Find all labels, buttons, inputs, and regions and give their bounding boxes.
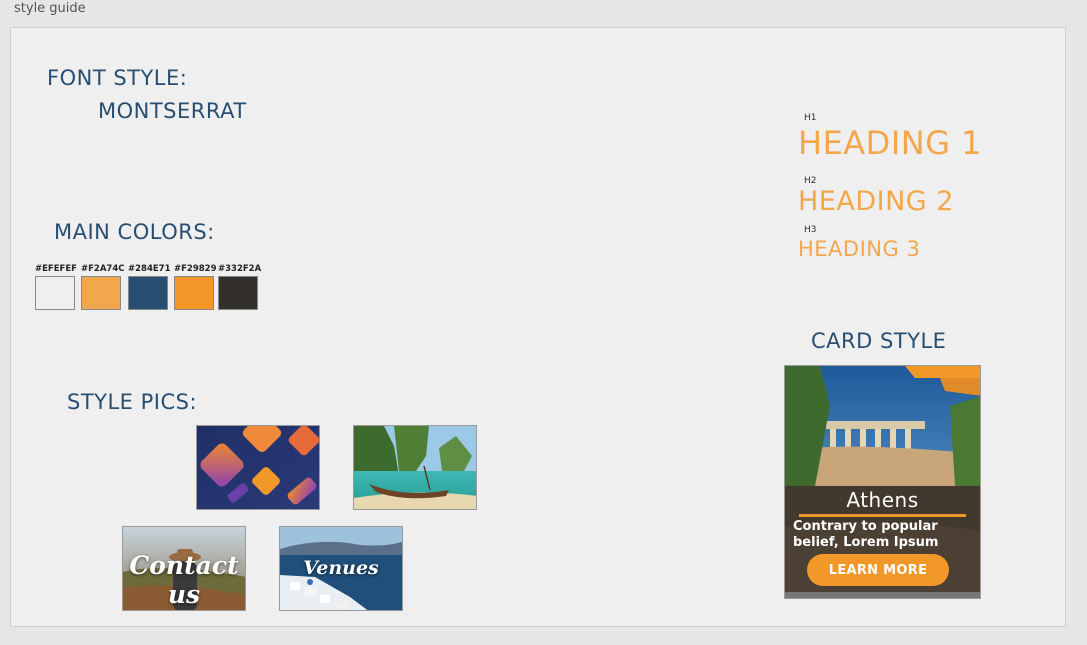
frame-label: style guide [14, 1, 86, 16]
font-name: MONTSERRAT [98, 99, 247, 123]
heading-1-sample: HEADING 1 [798, 124, 983, 162]
swatch-4-color [174, 276, 214, 310]
swatch-1-hex: #EFEFEF [35, 264, 77, 274]
main-colors-title: MAIN COLORS: [54, 220, 215, 244]
card-style-title: CARD STYLE [811, 329, 947, 353]
contact-us-label: Contact us [129, 551, 239, 609]
font-style-title: FONT STYLE: [47, 66, 188, 90]
swatch-2: #F2A74C [81, 264, 125, 310]
swatch-1-color [35, 276, 75, 310]
learn-more-button[interactable]: LEARN MORE [807, 554, 949, 586]
style-pic-abstract[interactable] [196, 425, 320, 510]
sample-card[interactable]: Athens Contrary to popular belief, Lorem… [784, 365, 981, 599]
swatch-5-hex: #332F2A [218, 264, 262, 274]
style-pic-venues[interactable]: Venues [279, 526, 403, 611]
swatch-3: #284E71 [128, 264, 171, 310]
swatch-1: #EFEFEF [35, 264, 77, 310]
longtail-boat-beach-image [354, 426, 476, 509]
swatch-3-color [128, 276, 168, 310]
style-pics-title: STYLE PICS: [67, 390, 198, 414]
swatch-2-color [81, 276, 121, 310]
heading-3-sample: HEADING 3 [798, 237, 921, 261]
swatch-3-hex: #284E71 [128, 264, 171, 274]
card-title: Athens [846, 488, 919, 512]
swatch-4-hex: #F29829 [174, 264, 217, 274]
h2-tag: H2 [804, 176, 817, 186]
h1-tag: H1 [804, 113, 817, 123]
venues-label: Venues [303, 557, 379, 579]
card-body-text: Contrary to popular belief, Lorem Ipsum [793, 519, 939, 550]
swatch-5: #332F2A [218, 264, 261, 310]
swatch-4: #F29829 [174, 264, 217, 310]
style-pic-contact[interactable]: Contact us [122, 526, 246, 611]
heading-2-sample: HEADING 2 [798, 186, 954, 217]
swatch-2-hex: #F2A74C [81, 264, 125, 274]
abstract-shapes-image [197, 426, 319, 509]
card-bottom-strip [785, 592, 980, 598]
style-guide-artboard: FONT STYLE: MONTSERRAT MAIN COLORS: #EFE… [10, 27, 1066, 627]
swatch-5-color [218, 276, 258, 310]
h3-tag: H3 [804, 225, 817, 235]
card-title-underline [799, 514, 966, 517]
style-pic-beach[interactable] [353, 425, 477, 510]
